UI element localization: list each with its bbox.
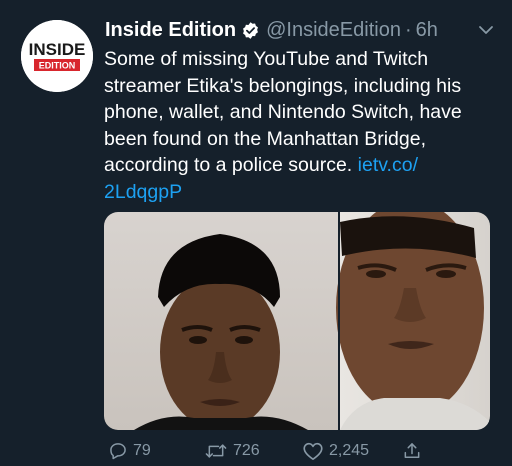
tweet-actions: 79 726 2,245: [108, 440, 488, 462]
verified-icon: [241, 21, 260, 40]
tweet-time[interactable]: 6h: [416, 19, 438, 42]
tweet-text: Some of missing YouTube and Twitch strea…: [104, 46, 489, 205]
chevron-down-icon[interactable]: [478, 22, 494, 38]
author-handle[interactable]: @InsideEdition: [266, 19, 401, 42]
retweet-icon: [205, 444, 227, 458]
like-icon: [303, 442, 323, 460]
logo-text-edition: EDITION: [39, 61, 76, 71]
share-icon: [404, 443, 420, 458]
tweet-media[interactable]: [104, 212, 490, 430]
like-button[interactable]: 2,245: [302, 441, 402, 461]
separator-dot: ·: [404, 18, 412, 41]
reply-button[interactable]: 79: [108, 441, 204, 461]
retweet-count: 726: [233, 442, 260, 459]
reply-icon: [110, 443, 126, 460]
face-photo-left: [104, 212, 338, 430]
avatar[interactable]: INSIDE EDITION: [21, 20, 93, 92]
face-photo-right: [336, 212, 490, 430]
share-button[interactable]: [402, 441, 422, 461]
like-count: 2,245: [329, 442, 370, 459]
retweet-button[interactable]: 726: [204, 441, 302, 461]
inside-edition-logo: INSIDE EDITION: [21, 20, 93, 92]
tweet-header: Inside Edition @InsideEdition · 6h: [105, 16, 488, 44]
author-name[interactable]: Inside Edition: [105, 19, 236, 42]
reply-count: 79: [133, 442, 151, 459]
logo-text-inside: INSIDE: [29, 40, 86, 59]
